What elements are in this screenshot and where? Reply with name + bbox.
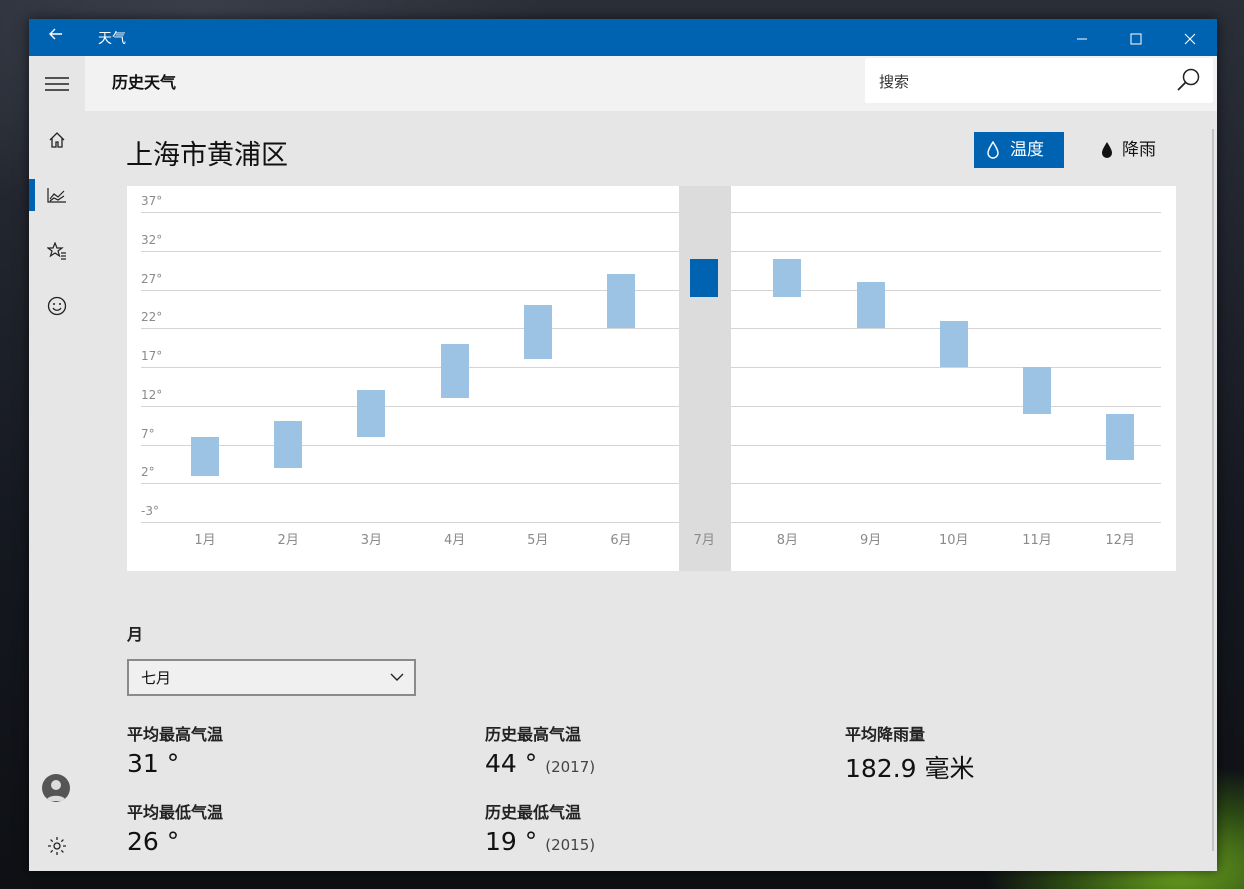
avg-high-label: 平均最高气温 <box>127 725 224 744</box>
rain-toggle-label: 降雨 <box>1122 140 1156 160</box>
x-tick-label: 8月 <box>776 533 799 548</box>
x-tick-label: 4月 <box>443 533 466 548</box>
x-tick-label: 10月 <box>939 533 969 548</box>
y-tick-label: 12° <box>141 387 163 402</box>
smiley-icon[interactable] <box>29 282 85 326</box>
record-high-stat: 历史最高气温 44 ° (2017) <box>485 721 595 778</box>
x-tick-label: 1月 <box>194 533 216 548</box>
gridline <box>141 212 1161 213</box>
record-high-label: 历史最高气温 <box>485 725 582 744</box>
gridline <box>141 483 1161 485</box>
temperature-bar[interactable] <box>191 436 219 476</box>
avg-rain-stat: 平均降雨量 182.9 毫米 <box>845 721 975 785</box>
month-select-label: 月 <box>127 625 144 644</box>
settings-icon[interactable] <box>29 822 85 866</box>
menu-icon[interactable] <box>29 60 85 104</box>
avg-high-value: 31 ° <box>127 749 180 778</box>
gridline <box>141 367 1161 368</box>
temperature-bar[interactable] <box>1023 367 1051 414</box>
temperature-bar[interactable] <box>939 320 968 367</box>
search-input[interactable]: 搜索 <box>865 58 1213 103</box>
gridline <box>141 289 1161 291</box>
chart-panel-left <box>127 186 679 571</box>
x-tick-label: 11月 <box>1022 533 1052 548</box>
temperature-bar[interactable] <box>440 343 469 398</box>
x-tick-label: 6月 <box>610 533 632 548</box>
record-low-value: 19 ° <box>485 827 538 856</box>
account-icon[interactable] <box>42 774 70 802</box>
search-placeholder: 搜索 <box>879 73 910 91</box>
x-tick-label: 9月 <box>859 533 882 548</box>
temperature-range-chart: 37° 32° 27° 22° 17° 12° 7° 2° -3° 1月 2月 3月 4月 5月 6月 7月 8… <box>127 186 1176 571</box>
y-tick-label: 22° <box>141 310 163 325</box>
search-icon[interactable] <box>1175 66 1203 94</box>
x-tick-label: 12月 <box>1105 533 1135 548</box>
history-chart-icon[interactable] <box>29 171 85 215</box>
window-title: 天气 <box>98 31 126 47</box>
selected-month-column[interactable] <box>679 186 731 571</box>
y-tick-label: 17° <box>141 349 163 363</box>
avg-low-label: 平均最低气温 <box>127 803 224 822</box>
y-tick-label: 32° <box>141 232 163 247</box>
thermometer-drop-icon <box>987 141 999 159</box>
y-tick-label: 7° <box>141 426 155 441</box>
x-tick-label: 3月 <box>360 533 383 548</box>
y-tick-label: 27° <box>141 271 163 286</box>
page-title: 历史天气 <box>112 73 177 92</box>
temperature-toggle[interactable]: 温度 <box>974 132 1064 168</box>
record-high-value: 44 ° <box>485 749 538 778</box>
temperature-bar[interactable] <box>690 258 719 298</box>
y-tick-label: 2° <box>141 465 155 480</box>
back-arrow-icon[interactable] <box>45 26 67 48</box>
gridline <box>141 405 1161 407</box>
temperature-bar[interactable] <box>773 258 802 298</box>
y-tick-label: -3° <box>141 504 159 518</box>
chart-panel-right <box>731 186 1176 571</box>
record-high-year: (2017) <box>545 758 596 776</box>
avg-low-value: 26 ° <box>127 827 180 856</box>
month-dropdown-value: 七月 <box>141 669 172 687</box>
scrollbar[interactable] <box>1212 129 1214 851</box>
gridline <box>141 522 1161 523</box>
x-tick-label: 7月 <box>693 533 715 548</box>
chevron-down-icon <box>390 673 404 681</box>
maximize-icon[interactable] <box>1109 19 1163 56</box>
avg-rain-label: 平均降雨量 <box>845 725 926 744</box>
gridline <box>141 328 1161 330</box>
temperature-bar[interactable] <box>1106 413 1135 460</box>
avg-rain-value: 182.9 毫米 <box>845 754 975 783</box>
avg-high-stat: 平均最高气温 31 ° <box>127 721 223 778</box>
location-title: 上海市黄浦区 <box>126 140 288 171</box>
temperature-bar[interactable] <box>856 281 885 329</box>
x-tick-label: 2月 <box>277 533 299 548</box>
main-content: 上海市黄浦区 温度 降雨 37° 32° 27° 22° 17° 12° 7° 2° -3° 1月… <box>85 111 1217 871</box>
favorites-icon[interactable] <box>29 227 85 271</box>
temperature-bar[interactable] <box>274 421 303 468</box>
temperature-bar[interactable] <box>607 274 635 329</box>
home-icon[interactable] <box>29 116 85 160</box>
raindrop-icon <box>1102 142 1112 158</box>
record-low-stat: 历史最低气温 19 ° (2015) <box>485 799 595 856</box>
rain-toggle[interactable]: 降雨 <box>1086 132 1166 168</box>
temperature-bar[interactable] <box>357 390 386 437</box>
close-icon[interactable] <box>1163 19 1217 56</box>
month-dropdown[interactable]: 七月 <box>127 659 416 696</box>
record-low-label: 历史最低气温 <box>485 803 582 822</box>
x-tick-label: 5月 <box>527 533 549 548</box>
avg-low-stat: 平均最低气温 26 ° <box>127 799 223 856</box>
temperature-bar[interactable] <box>523 305 552 360</box>
page-header: 历史天气 搜索 <box>85 56 1217 111</box>
temperature-toggle-label: 温度 <box>1010 140 1044 160</box>
nav-sidebar <box>29 56 85 871</box>
record-low-year: (2015) <box>545 836 596 854</box>
title-bar: 天气 <box>29 19 1217 56</box>
y-tick-label: 37° <box>141 194 163 208</box>
weather-app-window: 天气 历史天气 搜索 上海市黄浦区 温度 降雨 37° 32° 27° 22° … <box>29 19 1217 871</box>
gridline <box>141 250 1161 252</box>
minimize-icon[interactable] <box>1055 19 1109 56</box>
